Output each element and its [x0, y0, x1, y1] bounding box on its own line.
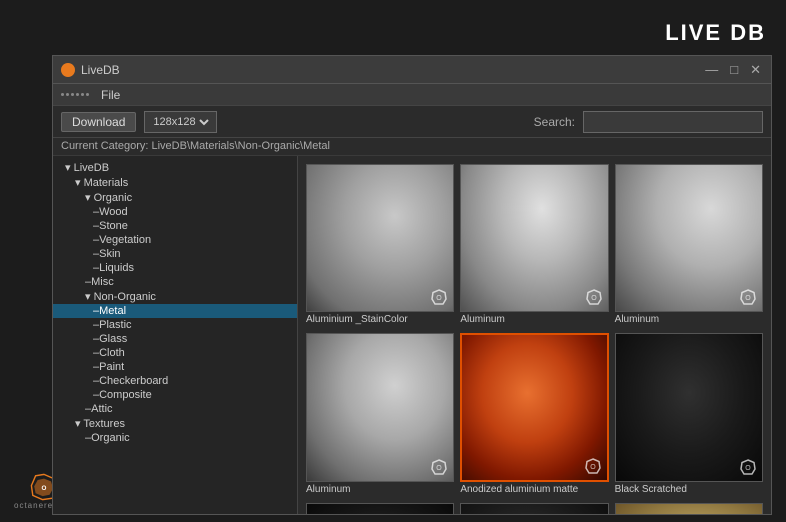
tree-item-organic[interactable]: ▾ Organic [53, 190, 297, 205]
material-name-aluminum1: Aluminum [460, 312, 608, 327]
octane-watermark-6: O [740, 459, 756, 475]
tree-item-misc[interactable]: –Misc [53, 275, 297, 289]
svg-text:O: O [745, 295, 751, 302]
live-db-title: LIVE DB [665, 20, 766, 46]
material-name-anodized: Anodized aluminium matte [460, 482, 608, 497]
material-item-aluminum2[interactable]: O Aluminum [615, 164, 763, 327]
material-name-aluminum2: Aluminum [615, 312, 763, 327]
material-name-black-scratched: Black Scratched [615, 482, 763, 497]
tree-item-metal[interactable]: –Metal [53, 304, 297, 318]
material-thumb-black-scratched: O [615, 333, 763, 481]
tree-item-stone[interactable]: –Stone [53, 219, 297, 233]
octane-watermark-5: O [585, 458, 601, 474]
material-item-anodized[interactable]: O Anodized aluminium matte [460, 333, 608, 496]
titlebar-controls: — □ ✕ [703, 63, 763, 76]
main-content: ▾ LiveDB ▾ Materials ▾ Organic –Wood –St… [53, 156, 771, 514]
file-menu[interactable]: File [97, 88, 124, 102]
material-thumb-aluminium-staincolor: O [306, 164, 454, 312]
material-thumb-aluminum3: O [306, 333, 454, 481]
tree-item-textures[interactable]: ▾ Textures [53, 416, 297, 431]
titlebar-left: LiveDB [61, 63, 120, 77]
material-item-black-scratched[interactable]: O Black Scratched [615, 333, 763, 496]
menu-dots [61, 93, 89, 96]
material-item-aluminum1[interactable]: O Aluminum [460, 164, 608, 327]
svg-text:O: O [745, 465, 751, 472]
menu-dot-6 [86, 93, 89, 96]
tree-item-composite[interactable]: –Composite [53, 388, 297, 402]
close-button[interactable]: ✕ [748, 63, 763, 76]
tree-item-checkerboard[interactable]: –Checkerboard [53, 374, 297, 388]
titlebar: LiveDB — □ ✕ [53, 56, 771, 84]
window-title: LiveDB [81, 63, 120, 77]
menu-dot-3 [71, 93, 74, 96]
maximize-button[interactable]: □ [728, 63, 740, 76]
octane-watermark: O [431, 289, 447, 305]
tree-item-non-organic[interactable]: ▾ Non-Organic [53, 289, 297, 304]
tree-item-paint[interactable]: –Paint [53, 360, 297, 374]
material-thumb-anodized: O [460, 333, 608, 481]
menu-dot-2 [66, 93, 69, 96]
material-item-aluminium-staincolor[interactable]: O Aluminium _StainColor [306, 164, 454, 327]
download-button[interactable]: Download [61, 112, 136, 132]
tree-item-vegetation[interactable]: –Vegetation [53, 233, 297, 247]
material-thumb-row3-2: O [460, 503, 608, 514]
tree-item-textures-organic[interactable]: –Organic [53, 431, 297, 445]
svg-text:O: O [591, 295, 597, 302]
material-item-row3-3[interactable]: O [615, 503, 763, 514]
material-grid: O Aluminium _StainColor O Aluminum [298, 156, 771, 514]
svg-text:O: O [590, 464, 596, 471]
material-thumb-aluminum2: O [615, 164, 763, 312]
tree-item-skin[interactable]: –Skin [53, 247, 297, 261]
toolbar: Download 128x128 64x64 256x256 512x512 S… [53, 106, 771, 138]
tree-item-liquids[interactable]: –Liquids [53, 261, 297, 275]
material-item-row3-2[interactable]: O [460, 503, 608, 514]
material-item-row3-1[interactable]: O [306, 503, 454, 514]
tree-item-plastic[interactable]: –Plastic [53, 318, 297, 332]
window-icon [61, 63, 75, 77]
svg-text:O: O [437, 465, 443, 472]
material-item-aluminum3[interactable]: O Aluminum [306, 333, 454, 496]
tree-item-materials[interactable]: ▾ Materials [53, 175, 297, 190]
minimize-button[interactable]: — [703, 63, 720, 76]
tree-item-wood[interactable]: –Wood [53, 205, 297, 219]
breadcrumb: Current Category: LiveDB\Materials\Non-O… [53, 138, 771, 156]
octane-watermark-3: O [740, 289, 756, 305]
material-name-aluminium-staincolor: Aluminium _StainColor [306, 312, 454, 327]
octane-watermark-4: O [431, 459, 447, 475]
menu-dot-1 [61, 93, 64, 96]
tree-item-glass[interactable]: –Glass [53, 332, 297, 346]
material-thumb-row3-1: O [306, 503, 454, 514]
menu-dot-5 [81, 93, 84, 96]
size-select-input[interactable]: 128x128 64x64 256x256 512x512 [149, 115, 212, 129]
file-tree: ▾ LiveDB ▾ Materials ▾ Organic –Wood –St… [53, 156, 298, 514]
material-name-aluminum3: Aluminum [306, 482, 454, 497]
tree-item-cloth[interactable]: –Cloth [53, 346, 297, 360]
menu-dot-4 [76, 93, 79, 96]
tree-item-livedb[interactable]: ▾ LiveDB [53, 160, 297, 175]
material-thumb-row3-3: O [615, 503, 763, 514]
livedb-window: LiveDB — □ ✕ File Download 128x128 64x64… [52, 55, 772, 515]
size-selector[interactable]: 128x128 64x64 256x256 512x512 [144, 111, 217, 133]
svg-text:O: O [41, 485, 46, 492]
octane-watermark-2: O [586, 289, 602, 305]
search-label: Search: [534, 115, 575, 129]
menubar: File [53, 84, 771, 106]
svg-text:O: O [437, 295, 443, 302]
tree-item-attic[interactable]: –Attic [53, 402, 297, 416]
search-input[interactable] [583, 111, 763, 133]
material-thumb-aluminum1: O [460, 164, 608, 312]
